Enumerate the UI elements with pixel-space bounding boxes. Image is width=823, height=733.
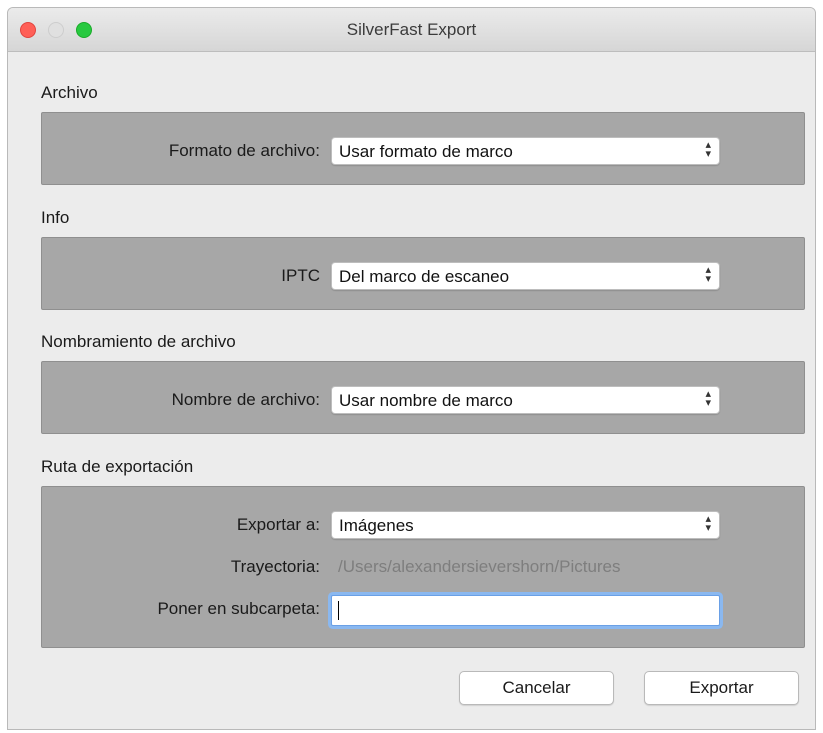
export-button[interactable]: Exportar xyxy=(644,671,799,705)
iptc-select[interactable]: Del marco de escaneo ▴ ▾ xyxy=(331,262,720,290)
subfolder-label: Poner en subcarpeta: xyxy=(157,599,320,618)
iptc-value: Del marco de escaneo xyxy=(339,267,510,286)
subfolder-input[interactable] xyxy=(331,595,720,626)
window-title: SilverFast Export xyxy=(346,20,477,39)
section-label-info: Info xyxy=(41,208,70,227)
file-format-label: Formato de archivo: xyxy=(168,141,320,160)
group-info: IPTC Del marco de escaneo ▴ ▾ xyxy=(41,237,805,310)
path-label: Trayectoria: xyxy=(230,557,320,576)
group-naming: Nombre de archivo: Usar nombre de marco … xyxy=(41,361,805,434)
text-cursor xyxy=(338,601,339,620)
file-name-select[interactable]: Usar nombre de marco ▴ ▾ xyxy=(331,386,720,414)
title-bar[interactable]: SilverFast Export xyxy=(8,8,815,52)
up-down-chevrons-icon: ▴ ▾ xyxy=(705,264,711,285)
export-to-select[interactable]: Imágenes ▴ ▾ xyxy=(331,511,720,539)
path-value: /Users/alexandersievershorn/Pictures xyxy=(338,557,621,576)
group-archivo: Formato de archivo: Usar formato de marc… xyxy=(41,112,805,185)
section-label-naming: Nombramiento de archivo xyxy=(41,332,236,351)
up-down-chevrons-icon: ▴ ▾ xyxy=(705,513,711,534)
export-dialog-window: SilverFast Export Archivo Formato de arc… xyxy=(7,7,816,730)
section-label-export-path: Ruta de exportación xyxy=(41,457,194,476)
file-format-value: Usar formato de marco xyxy=(339,142,513,161)
cancel-button[interactable]: Cancelar xyxy=(459,671,614,705)
export-to-value: Imágenes xyxy=(339,516,414,535)
section-label-archivo: Archivo xyxy=(41,83,98,102)
iptc-label: IPTC xyxy=(281,266,320,285)
group-export-path: Exportar a: Imágenes ▴ ▾ Trayectoria: /Us… xyxy=(41,486,805,648)
file-name-label: Nombre de archivo: xyxy=(171,390,320,409)
file-format-select[interactable]: Usar formato de marco ▴ ▾ xyxy=(331,137,720,165)
up-down-chevrons-icon: ▴ ▾ xyxy=(705,139,711,160)
up-down-chevrons-icon: ▴ ▾ xyxy=(705,388,711,409)
file-name-value: Usar nombre de marco xyxy=(339,391,513,410)
export-to-label: Exportar a: xyxy=(236,515,320,534)
